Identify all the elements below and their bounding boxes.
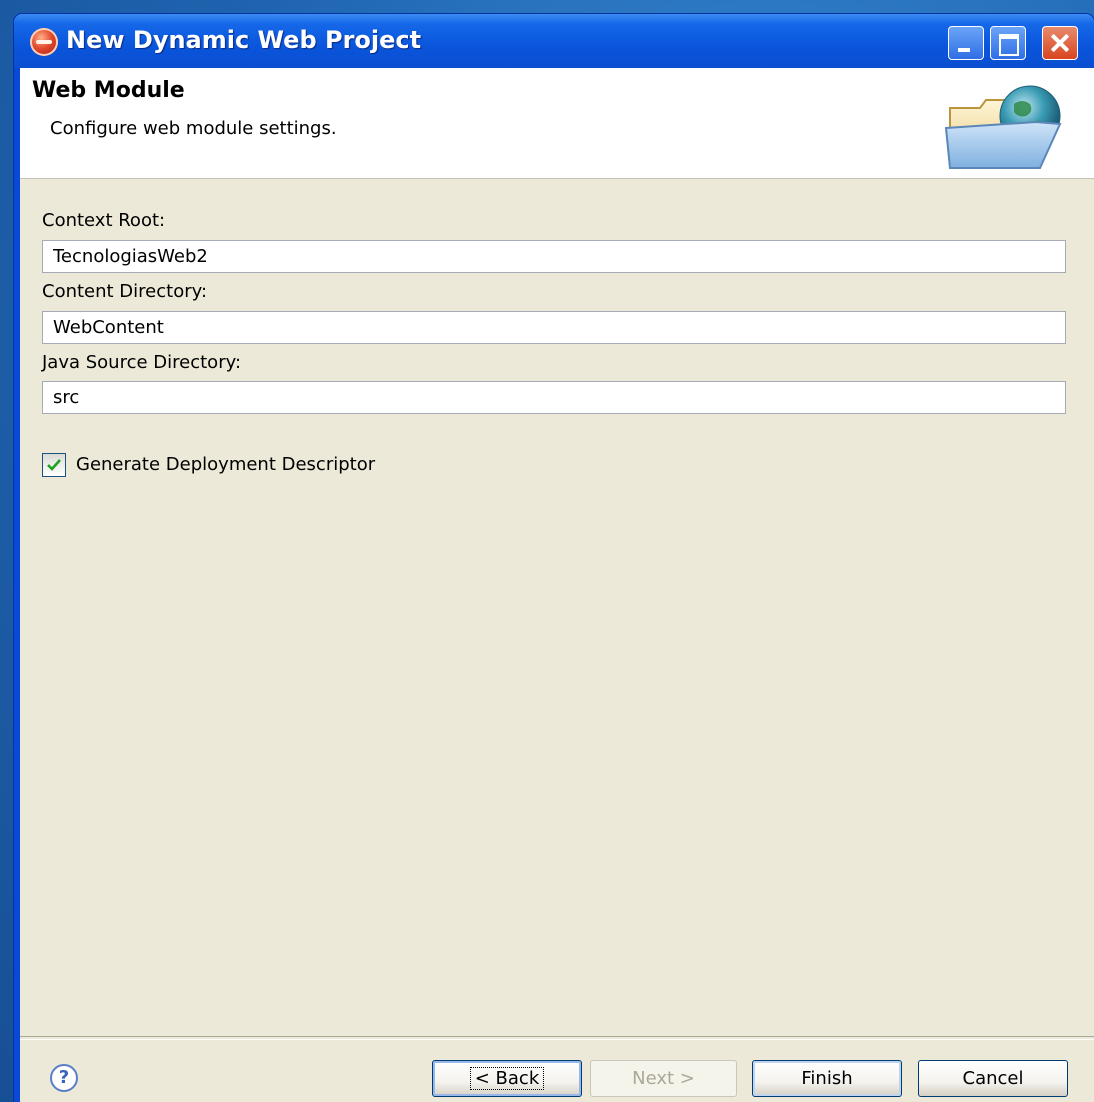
window-title: New Dynamic Web Project — [66, 26, 422, 54]
generate-deployment-descriptor-label[interactable]: Generate Deployment Descriptor — [76, 454, 375, 475]
finish-button[interactable]: Finish — [752, 1060, 902, 1097]
checkmark-icon — [47, 459, 61, 471]
back-button[interactable]: < Back — [432, 1060, 582, 1097]
page-title: Web Module — [32, 78, 185, 103]
wizard-banner: Web Module Configure web module settings… — [20, 68, 1094, 179]
button-bar-separator — [20, 1036, 1094, 1040]
dialog-window: New Dynamic Web Project Web Module Confi… — [14, 14, 1094, 1102]
help-icon[interactable]: ? — [50, 1064, 78, 1092]
minimize-button[interactable] — [948, 26, 984, 60]
content-directory-input[interactable] — [42, 311, 1066, 344]
content-directory-label: Content Directory: — [42, 281, 208, 302]
back-button-label: < Back — [469, 1067, 545, 1090]
dialog-body: Web Module Configure web module settings… — [20, 68, 1094, 1102]
generate-deployment-descriptor-checkbox[interactable] — [42, 453, 66, 477]
page-description: Configure web module settings. — [50, 118, 337, 139]
context-root-label: Context Root: — [42, 210, 166, 231]
eclipse-icon — [30, 28, 58, 56]
cancel-button[interactable]: Cancel — [918, 1060, 1068, 1097]
context-root-input[interactable] — [42, 240, 1066, 273]
java-source-directory-input[interactable] — [42, 381, 1066, 414]
title-bar[interactable]: New Dynamic Web Project — [14, 14, 1094, 68]
close-button[interactable] — [1042, 26, 1078, 60]
folder-globe-icon — [944, 85, 1062, 169]
next-button[interactable]: Next > — [590, 1060, 737, 1097]
java-source-directory-label: Java Source Directory: — [42, 352, 242, 373]
maximize-button[interactable] — [990, 26, 1026, 60]
